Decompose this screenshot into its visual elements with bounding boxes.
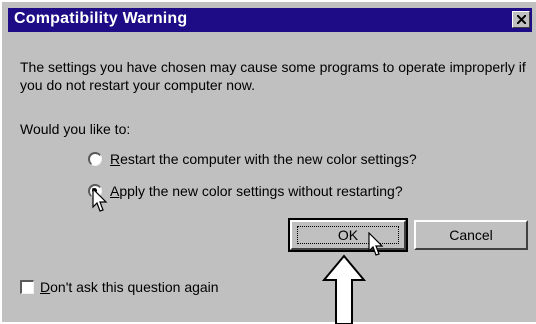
dont-ask-again-checkbox[interactable] [20, 280, 34, 294]
mouse-pointer-icon [92, 188, 108, 212]
cancel-button-label: Cancel [449, 227, 493, 243]
question-prompt: Would you like to: [20, 121, 131, 137]
restart-option-label: Restart the computer with the new color … [110, 151, 417, 167]
ok-button[interactable]: OK [288, 218, 408, 252]
up-arrow-annotation-icon [322, 254, 366, 324]
cancel-button[interactable]: Cancel [414, 220, 528, 250]
apply-option-label: Apply the new color settings without res… [110, 183, 403, 199]
mouse-pointer-icon [368, 232, 384, 256]
compatibility-warning-dialog: Compatibility Warning The settings you h… [0, 0, 536, 324]
dont-ask-again-label: Don't ask this question again [40, 279, 219, 295]
restart-radio-button[interactable] [88, 152, 102, 166]
close-button[interactable] [512, 11, 530, 28]
close-icon [517, 15, 526, 24]
warning-message: The settings you have chosen may cause s… [20, 59, 526, 93]
title-bar[interactable]: Compatibility Warning [8, 8, 532, 32]
dialog-title: Compatibility Warning [14, 10, 188, 27]
